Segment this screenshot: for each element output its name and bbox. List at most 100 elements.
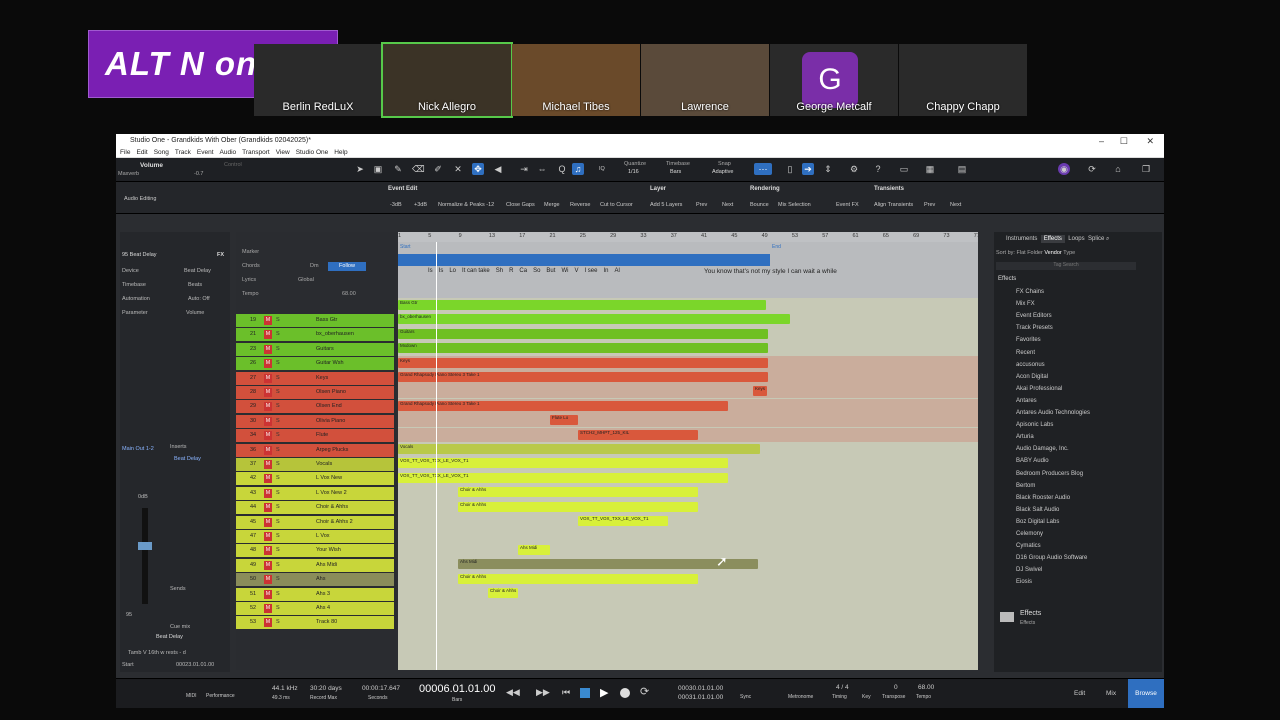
autoscroll-icon[interactable]: ➔	[802, 163, 814, 175]
audio-event[interactable]: Choir & Ahhs	[488, 588, 518, 598]
browser-item[interactable]: BABY Audio	[1016, 458, 1049, 464]
chord-lane[interactable]	[398, 254, 770, 266]
lyric-event[interactable]: But	[546, 268, 555, 274]
track-header[interactable]: 51 M S Ahs 3	[236, 587, 394, 601]
track-header[interactable]: 53 M S Track 80	[236, 616, 394, 630]
track-header[interactable]: 34 M S Flute	[236, 429, 394, 443]
sort-folder[interactable]: Folder	[1027, 250, 1043, 256]
lyric-event[interactable]: Al	[614, 268, 619, 274]
audio-event[interactable]: Vocals	[398, 444, 760, 454]
fast-forward-icon[interactable]: ▶▶	[536, 687, 550, 698]
lyric-event[interactable]: Lo	[449, 268, 456, 274]
edit-button[interactable]: Edit	[1074, 690, 1085, 697]
sync-icon[interactable]: ⟳	[1086, 163, 1098, 175]
audio-event[interactable]: bx_oberhausen	[398, 314, 790, 325]
lyric-event[interactable]: It can take	[462, 268, 490, 274]
solo-button[interactable]: S	[276, 487, 280, 500]
snap-grid-icon[interactable]: ⋯	[754, 163, 772, 175]
mix-selection-button[interactable]: Mix Selection	[778, 202, 811, 208]
mute-button[interactable]: M	[264, 532, 272, 541]
sort-vendor[interactable]: Vendor	[1044, 250, 1061, 256]
solo-button[interactable]: S	[276, 429, 280, 442]
stop-icon[interactable]	[580, 688, 590, 698]
menu-transport[interactable]: Transport	[242, 149, 270, 156]
audio-event[interactable]: Choir & Ahhs	[458, 501, 698, 512]
timeline-ruler[interactable]: 1 5 9 13 17 21 25 29 33 37 41 45 49 53 57 61 65 69 73 77	[398, 232, 978, 242]
cursor-follow-icon[interactable]: ⇕	[822, 163, 834, 175]
zoom-icon[interactable]: Q	[556, 163, 568, 175]
mute-button[interactable]: M	[264, 517, 272, 527]
browser-item[interactable]: Black Salt Audio	[1016, 507, 1059, 513]
browser-item[interactable]: Akai Professional	[1016, 386, 1062, 392]
track-header[interactable]: 47 M S L Vox	[236, 530, 394, 543]
quantize-icon[interactable]: ⇔	[536, 163, 548, 175]
transients-next-button[interactable]: Next	[950, 202, 961, 208]
mute-button[interactable]: M	[264, 388, 272, 397]
mute-button[interactable]: M	[264, 604, 272, 613]
mute-button[interactable]: M	[264, 560, 272, 570]
track-lane[interactable]	[398, 413, 978, 428]
track-lane[interactable]	[398, 600, 978, 614]
browser-item[interactable]: accusonus	[1016, 362, 1045, 368]
help-icon[interactable]: ?	[872, 163, 884, 175]
audio-event[interactable]: Choir & Ahhs	[458, 487, 698, 498]
mute-button[interactable]: M	[264, 618, 272, 628]
loop-icon[interactable]: ⟳	[640, 685, 649, 698]
paint-tool-icon[interactable]: ✐	[432, 163, 444, 175]
lyric-event[interactable]: Ca	[519, 268, 527, 274]
track-header[interactable]: 29 M S Olsen End	[236, 400, 394, 414]
add-layers-button[interactable]: Add 5 Layers	[650, 202, 682, 208]
browser-item[interactable]: Bertom	[1016, 483, 1035, 489]
solo-button[interactable]: S	[276, 458, 280, 471]
solo-button[interactable]: S	[276, 444, 280, 457]
mute-button[interactable]: M	[264, 316, 272, 325]
track-header[interactable]: 27 M S Keys	[236, 371, 394, 385]
tab-loops[interactable]: Loops	[1068, 236, 1084, 242]
sort-flat[interactable]: Flat	[1016, 250, 1025, 256]
marker-track[interactable]: Marker	[236, 246, 394, 259]
audio-event[interactable]: VOX_TT_VOX_TXX_LE_VOX_T1	[398, 458, 728, 469]
track-lane[interactable]	[398, 528, 978, 542]
track-header[interactable]: 52 M S Ahs 4	[236, 602, 394, 615]
parameter-row[interactable]: Parameter Volume	[122, 310, 226, 322]
browser-item[interactable]: Apisonic Labs	[1016, 422, 1053, 428]
video-icon[interactable]: ▭	[898, 163, 910, 175]
plus3db-button[interactable]: +3dB	[414, 202, 427, 208]
browser-item[interactable]: Mix FX	[1016, 301, 1035, 307]
menu-view[interactable]: View	[276, 149, 290, 156]
cut-to-cursor-button[interactable]: Cut to Cursor	[600, 202, 633, 208]
menu-audio[interactable]: Audio	[220, 149, 237, 156]
snap-value[interactable]: Adaptive	[712, 169, 733, 175]
lyric-event[interactable]: Sh	[496, 268, 503, 274]
track-header[interactable]: 19 M S Bass Gtr	[236, 314, 394, 327]
track-lane[interactable]	[398, 384, 978, 399]
track-lane[interactable]	[398, 543, 978, 557]
goto-start-icon[interactable]: ⏮	[562, 687, 570, 698]
menu-help[interactable]: Help	[334, 149, 347, 156]
audio-event[interactable]: Mxdown	[398, 343, 768, 354]
track-header[interactable]: 30 M S Olivia Piano	[236, 414, 394, 428]
browser-item[interactable]: Recent	[1016, 350, 1035, 356]
browser-item[interactable]: Boz Digital Labs	[1016, 519, 1059, 525]
insert-slot[interactable]: Beat Delay	[174, 456, 226, 468]
loop-left[interactable]: 00030.01.01.00	[678, 685, 723, 692]
browser-item[interactable]: Antares Audio Technologies	[1016, 410, 1090, 416]
browser-item[interactable]: Cymatics	[1016, 543, 1041, 549]
merge-button[interactable]: Merge	[544, 202, 560, 208]
track-header[interactable]: 42 M S L Vox New	[236, 472, 394, 486]
time-signature[interactable]: 4 / 4	[836, 684, 849, 691]
layer-next-button[interactable]: Next	[722, 202, 733, 208]
track-header[interactable]: 36 M S Arpeg Plucks	[236, 443, 394, 457]
automation-row[interactable]: Automation Auto: Off	[122, 296, 226, 308]
track-header[interactable]: 28 M S Olsen Piano	[236, 386, 394, 399]
browser-item[interactable]: Eiosis	[1016, 579, 1032, 585]
audio-event[interactable]: Ahs Midi	[458, 559, 758, 570]
track-header[interactable]: 26 M S Guitar Wsh	[236, 357, 394, 371]
browser-item[interactable]: Favorites	[1016, 337, 1041, 343]
lyric-event[interactable]: In	[603, 268, 608, 274]
account-icon[interactable]: ◉	[1058, 163, 1070, 175]
audio-editing-select[interactable]: Audio Editing	[124, 196, 156, 202]
browser-item[interactable]: Audio Damage, Inc.	[1016, 446, 1069, 452]
browser-item[interactable]: Event Editors	[1016, 313, 1052, 319]
solo-button[interactable]: S	[276, 530, 280, 543]
